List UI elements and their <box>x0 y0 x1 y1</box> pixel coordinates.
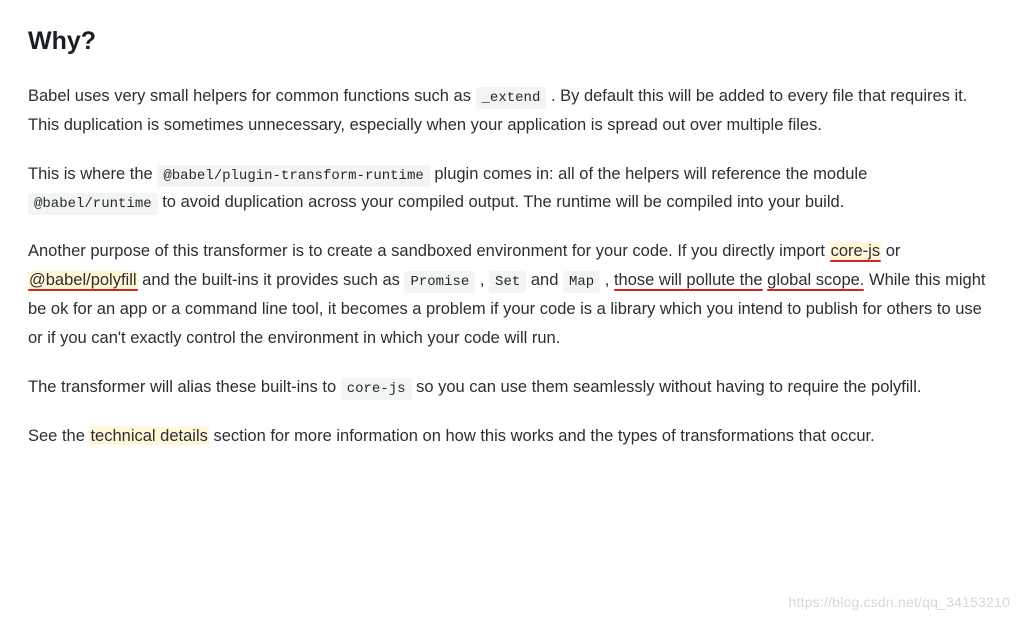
paragraph-5: See the technical details section for mo… <box>28 422 998 451</box>
paragraph-2: This is where the @babel/plugin-transfor… <box>28 160 998 218</box>
code-plugin-transform-runtime: @babel/plugin-transform-runtime <box>157 165 429 187</box>
text: so you can use them seamlessly without h… <box>416 378 921 396</box>
section-heading-why: Why? <box>28 20 998 64</box>
text: , <box>480 271 489 289</box>
code-extend: _extend <box>476 87 547 109</box>
text: See the <box>28 427 89 445</box>
text: The transformer will alias these built-i… <box>28 378 341 396</box>
text: This is where the <box>28 165 157 183</box>
code-core-js: core-js <box>341 378 412 400</box>
text: plugin comes in: all of the helpers will… <box>434 165 867 183</box>
underline-pollute-1: those will pollute the <box>614 271 763 289</box>
code-map: Map <box>563 271 600 293</box>
watermark: https://blog.csdn.net/qq_34153210 <box>789 590 1010 615</box>
code-set: Set <box>489 271 526 293</box>
text: Babel uses very small helpers for common… <box>28 87 476 105</box>
code-babel-runtime: @babel/runtime <box>28 193 158 215</box>
text: and <box>531 271 563 289</box>
code-promise: Promise <box>404 271 475 293</box>
text: Another purpose of this transformer is t… <box>28 242 830 260</box>
text: and the built-ins it provides such as <box>142 271 404 289</box>
paragraph-4: The transformer will alias these built-i… <box>28 373 998 402</box>
highlight-core-js: core-js <box>830 242 882 260</box>
text: to avoid duplication across your compile… <box>162 193 844 211</box>
highlight-technical-details: technical details <box>89 427 208 445</box>
paragraph-3: Another purpose of this transformer is t… <box>28 237 998 353</box>
text: section for more information on how this… <box>213 427 874 445</box>
paragraph-1: Babel uses very small helpers for common… <box>28 82 998 140</box>
text: , <box>605 271 614 289</box>
underline-pollute-2: global scope. <box>767 271 864 289</box>
text: or <box>886 242 901 260</box>
highlight-babel-polyfill: @babel/polyfill <box>28 271 138 289</box>
